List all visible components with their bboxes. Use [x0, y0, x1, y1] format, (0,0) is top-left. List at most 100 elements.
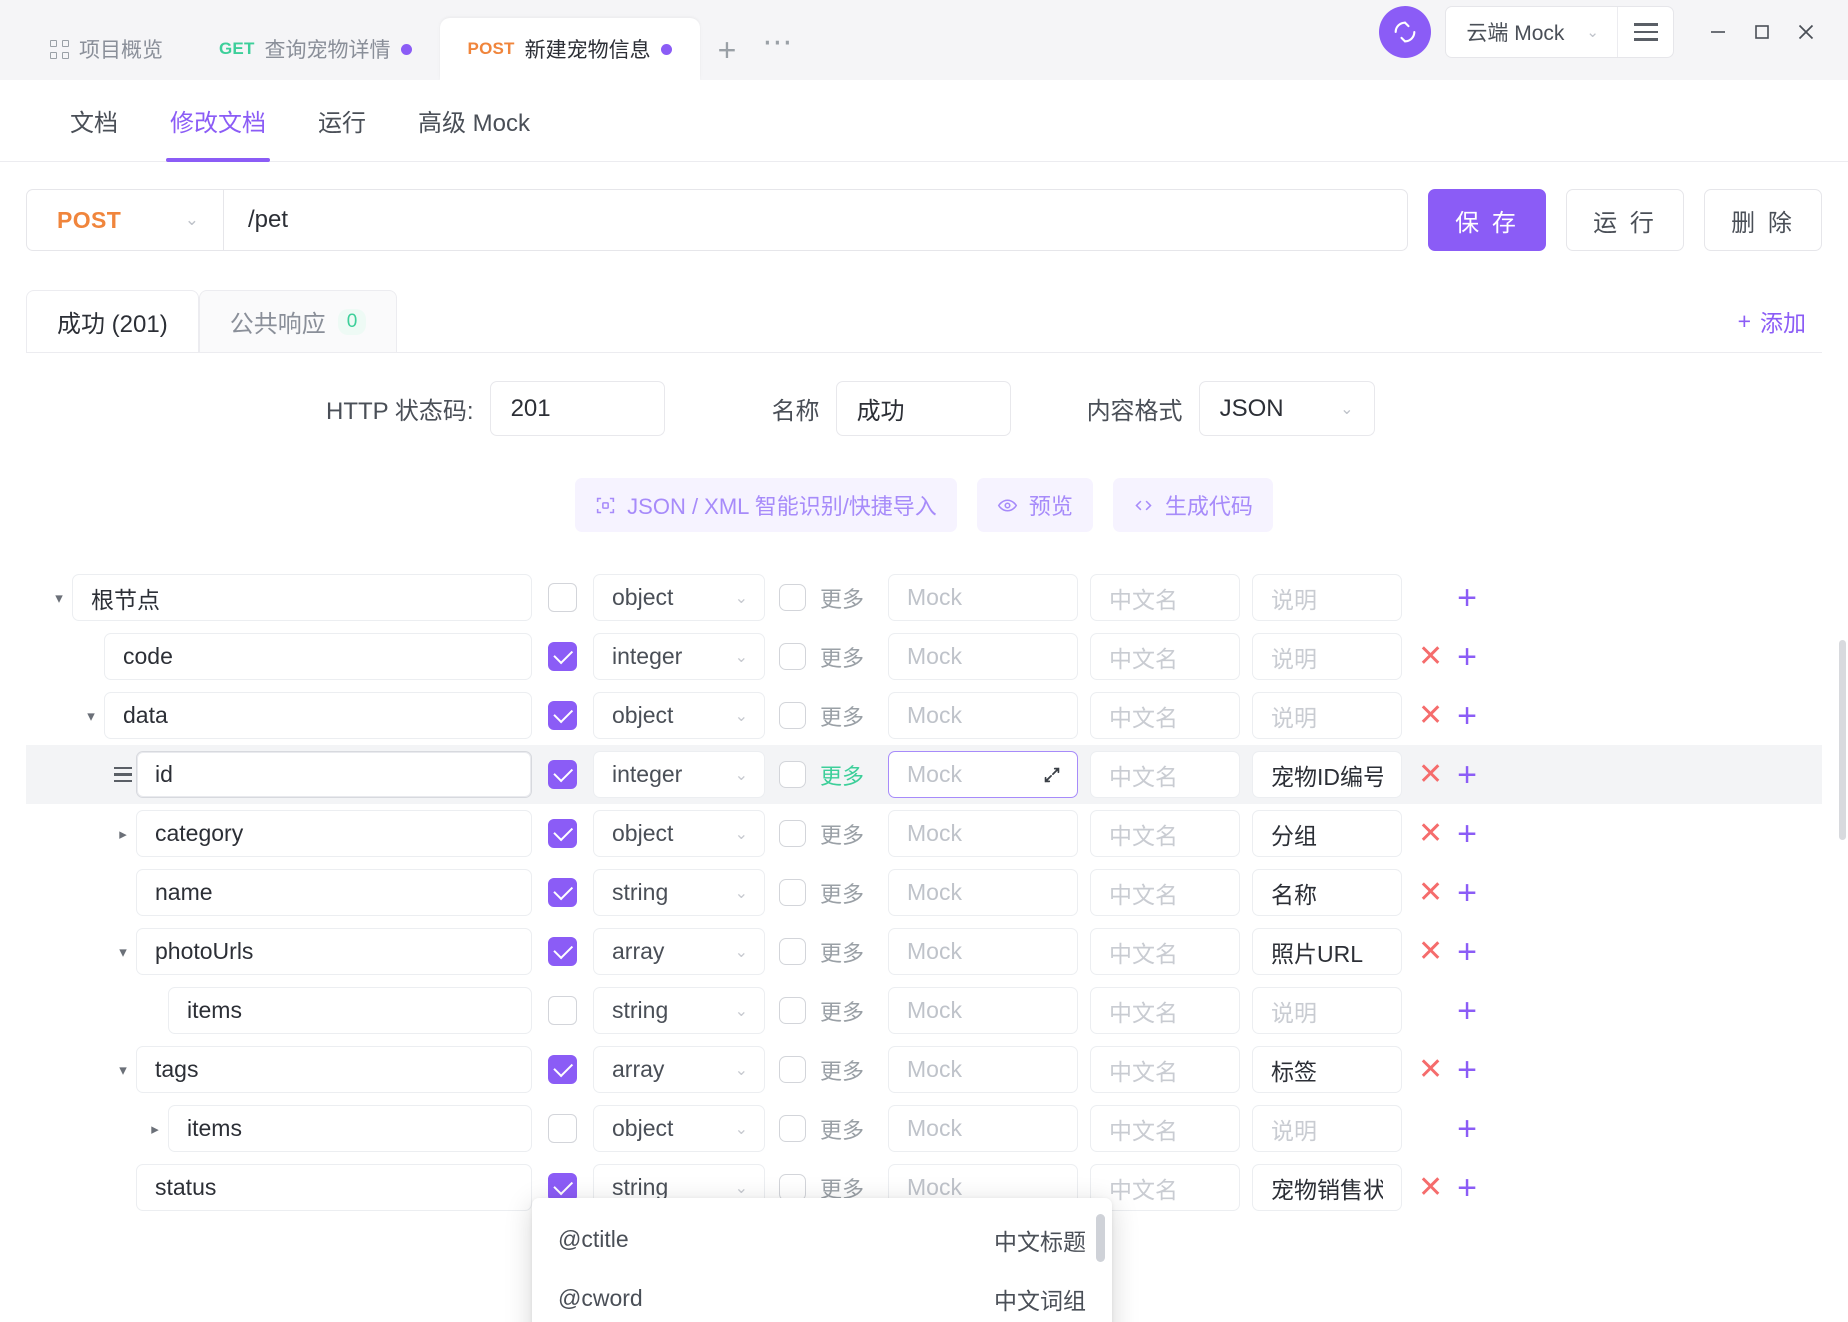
field-required-checkbox[interactable]	[779, 584, 806, 611]
field-enabled-checkbox[interactable]	[548, 996, 577, 1025]
field-description-input[interactable]: 照片URL	[1252, 928, 1402, 975]
field-type-select[interactable]: array⌄	[593, 1046, 765, 1093]
field-name-input[interactable]: photoUrls	[136, 928, 532, 975]
dropdown-scrollbar[interactable]	[1096, 1214, 1105, 1262]
field-name-input[interactable]: tags	[136, 1046, 532, 1093]
status-code-input[interactable]: 201	[490, 381, 665, 436]
field-name-input[interactable]: id	[136, 751, 532, 798]
url-path-input[interactable]: /pet	[223, 189, 1408, 251]
field-enabled-checkbox[interactable]	[548, 878, 577, 907]
generate-code-button[interactable]: 生成代码	[1113, 478, 1273, 532]
field-type-select[interactable]: string⌄	[593, 987, 765, 1034]
delete-row-icon[interactable]: ✕	[1418, 937, 1443, 967]
add-child-row-icon[interactable]: +	[1457, 876, 1477, 910]
field-mock-input[interactable]: Mock	[888, 751, 1078, 798]
field-enabled-checkbox[interactable]	[548, 760, 577, 789]
field-more-link[interactable]: 更多	[820, 995, 864, 1027]
field-enabled-checkbox[interactable]	[548, 642, 577, 671]
field-required-checkbox[interactable]	[779, 997, 806, 1024]
field-type-select[interactable]: integer⌄	[593, 751, 765, 798]
field-description-input[interactable]: 标签	[1252, 1046, 1402, 1093]
delete-row-icon[interactable]: ✕	[1418, 1055, 1443, 1085]
field-type-select[interactable]: object⌄	[593, 692, 765, 739]
add-child-row-icon[interactable]: +	[1457, 1053, 1477, 1087]
field-mock-input[interactable]: Mock	[888, 1105, 1078, 1152]
sync-icon[interactable]	[1379, 6, 1431, 58]
field-type-select[interactable]: string⌄	[593, 869, 765, 916]
field-required-checkbox[interactable]	[779, 1115, 806, 1142]
field-required-checkbox[interactable]	[779, 702, 806, 729]
mock-env-select[interactable]: 云端 Mock ⌄	[1446, 7, 1617, 57]
field-type-select[interactable]: integer⌄	[593, 633, 765, 680]
field-type-select[interactable]: object⌄	[593, 574, 765, 621]
minimize-button[interactable]	[1696, 10, 1740, 54]
delete-row-icon[interactable]: ✕	[1418, 760, 1443, 790]
field-description-input[interactable]: 说明	[1252, 987, 1402, 1034]
field-name-input[interactable]: 根节点	[72, 574, 532, 621]
field-name-input[interactable]: category	[136, 810, 532, 857]
field-enabled-checkbox[interactable]	[548, 583, 577, 612]
field-required-checkbox[interactable]	[779, 820, 806, 847]
expand-toggle-icon[interactable]: ▾	[46, 589, 72, 607]
subtab-edit-doc[interactable]: 修改文档	[144, 80, 292, 162]
close-button[interactable]	[1784, 10, 1828, 54]
field-required-checkbox[interactable]	[779, 879, 806, 906]
save-button[interactable]: 保 存	[1428, 189, 1546, 251]
add-child-row-icon[interactable]: +	[1457, 1171, 1477, 1205]
field-description-input[interactable]: 宠物ID编号	[1252, 751, 1402, 798]
field-cnname-input[interactable]: 中文名	[1090, 751, 1240, 798]
add-response-button[interactable]: + 添加	[1738, 304, 1806, 352]
field-more-link[interactable]: 更多	[820, 1113, 864, 1145]
expand-toggle-icon[interactable]: ▾	[78, 707, 104, 725]
field-required-checkbox[interactable]	[779, 1056, 806, 1083]
field-description-input[interactable]: 宠物销售状态	[1252, 1164, 1402, 1211]
field-cnname-input[interactable]: 中文名	[1090, 987, 1240, 1034]
delete-row-icon[interactable]: ✕	[1418, 819, 1443, 849]
hamburger-icon[interactable]	[1617, 7, 1673, 57]
subtab-run[interactable]: 运行	[292, 80, 392, 162]
add-child-row-icon[interactable]: +	[1457, 935, 1477, 969]
add-child-row-icon[interactable]: +	[1457, 994, 1477, 1028]
subtab-advanced-mock[interactable]: 高级 Mock	[392, 80, 556, 162]
field-enabled-checkbox[interactable]	[548, 1055, 577, 1084]
field-mock-input[interactable]: Mock	[888, 692, 1078, 739]
field-description-input[interactable]: 说明	[1252, 574, 1402, 621]
content-format-select[interactable]: JSON ⌄	[1199, 381, 1375, 436]
field-cnname-input[interactable]: 中文名	[1090, 574, 1240, 621]
field-mock-input[interactable]: Mock	[888, 574, 1078, 621]
expand-toggle-icon[interactable]: ▾	[110, 1061, 136, 1079]
field-cnname-input[interactable]: 中文名	[1090, 810, 1240, 857]
delete-row-icon[interactable]: ✕	[1418, 1173, 1443, 1203]
response-name-input[interactable]: 成功	[836, 381, 1011, 436]
field-cnname-input[interactable]: 中文名	[1090, 1164, 1240, 1211]
field-description-input[interactable]: 说明	[1252, 692, 1402, 739]
field-more-link[interactable]: 更多	[820, 818, 864, 850]
field-enabled-checkbox[interactable]	[548, 701, 577, 730]
add-child-row-icon[interactable]: +	[1457, 699, 1477, 733]
drag-handle-icon[interactable]	[110, 767, 136, 782]
field-description-input[interactable]: 说明	[1252, 633, 1402, 680]
field-mock-input[interactable]: Mock	[888, 1046, 1078, 1093]
field-name-input[interactable]: status	[136, 1164, 532, 1211]
field-more-link[interactable]: 更多	[820, 877, 864, 909]
field-enabled-checkbox[interactable]	[548, 1114, 577, 1143]
delete-row-icon[interactable]: ✕	[1418, 878, 1443, 908]
field-more-link[interactable]: 更多	[820, 1054, 864, 1086]
mock-suggestion-dropdown[interactable]: @ctitle中文标题@cword中文词组@cparagraph中文大段文本@c…	[532, 1198, 1112, 1322]
add-child-row-icon[interactable]: +	[1457, 758, 1477, 792]
add-child-row-icon[interactable]: +	[1457, 640, 1477, 674]
json-xml-import-button[interactable]: JSON / XML 智能识别/快捷导入	[575, 478, 957, 532]
field-description-input[interactable]: 分组	[1252, 810, 1402, 857]
add-child-row-icon[interactable]: +	[1457, 817, 1477, 851]
field-type-select[interactable]: object⌄	[593, 1105, 765, 1152]
page-scrollbar[interactable]	[1839, 640, 1846, 840]
run-button[interactable]: 运 行	[1566, 189, 1684, 251]
expand-toggle-icon[interactable]: ▸	[110, 825, 136, 843]
field-required-checkbox[interactable]	[779, 1174, 806, 1201]
maximize-button[interactable]	[1740, 10, 1784, 54]
delete-row-icon[interactable]: ✕	[1418, 701, 1443, 731]
subtab-doc[interactable]: 文档	[44, 80, 144, 162]
field-mock-input[interactable]: Mock	[888, 810, 1078, 857]
field-required-checkbox[interactable]	[779, 761, 806, 788]
expand-toggle-icon[interactable]: ▸	[142, 1120, 168, 1138]
